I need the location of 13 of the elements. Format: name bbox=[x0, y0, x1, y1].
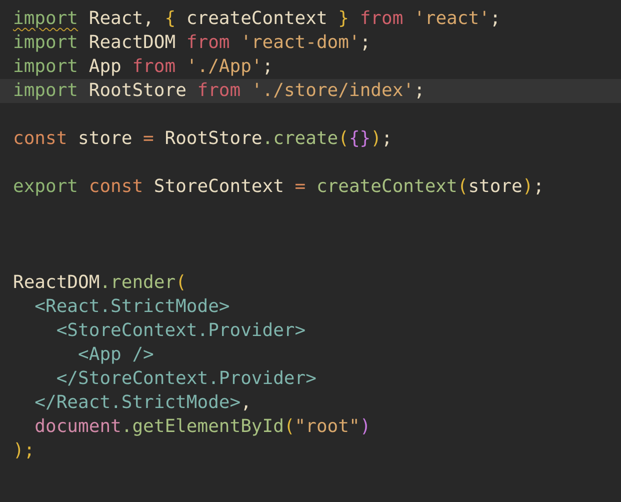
code-line: document.getElementById("root") bbox=[34, 415, 372, 439]
code-line: <React.StrictMode> bbox=[34, 295, 231, 319]
code-line: export const StoreContext = createContext(store); bbox=[12, 175, 546, 199]
code-line: import App from './App'; bbox=[12, 55, 274, 79]
code-line: <StoreContext.Provider> bbox=[55, 319, 307, 343]
code-line: <App /> bbox=[77, 343, 155, 367]
code-line: ReactDOM.render( bbox=[12, 271, 188, 295]
code-line: import React, { createContext } from 'react'; bbox=[12, 7, 502, 31]
code-line: const store = RootStore.create({}); bbox=[12, 127, 394, 151]
code-line: </React.StrictMode>, bbox=[34, 391, 252, 415]
code-line: ); bbox=[12, 439, 36, 463]
code-line: </StoreContext.Provider> bbox=[55, 367, 318, 391]
code-line: import ReactDOM from 'react-dom'; bbox=[12, 31, 372, 55]
